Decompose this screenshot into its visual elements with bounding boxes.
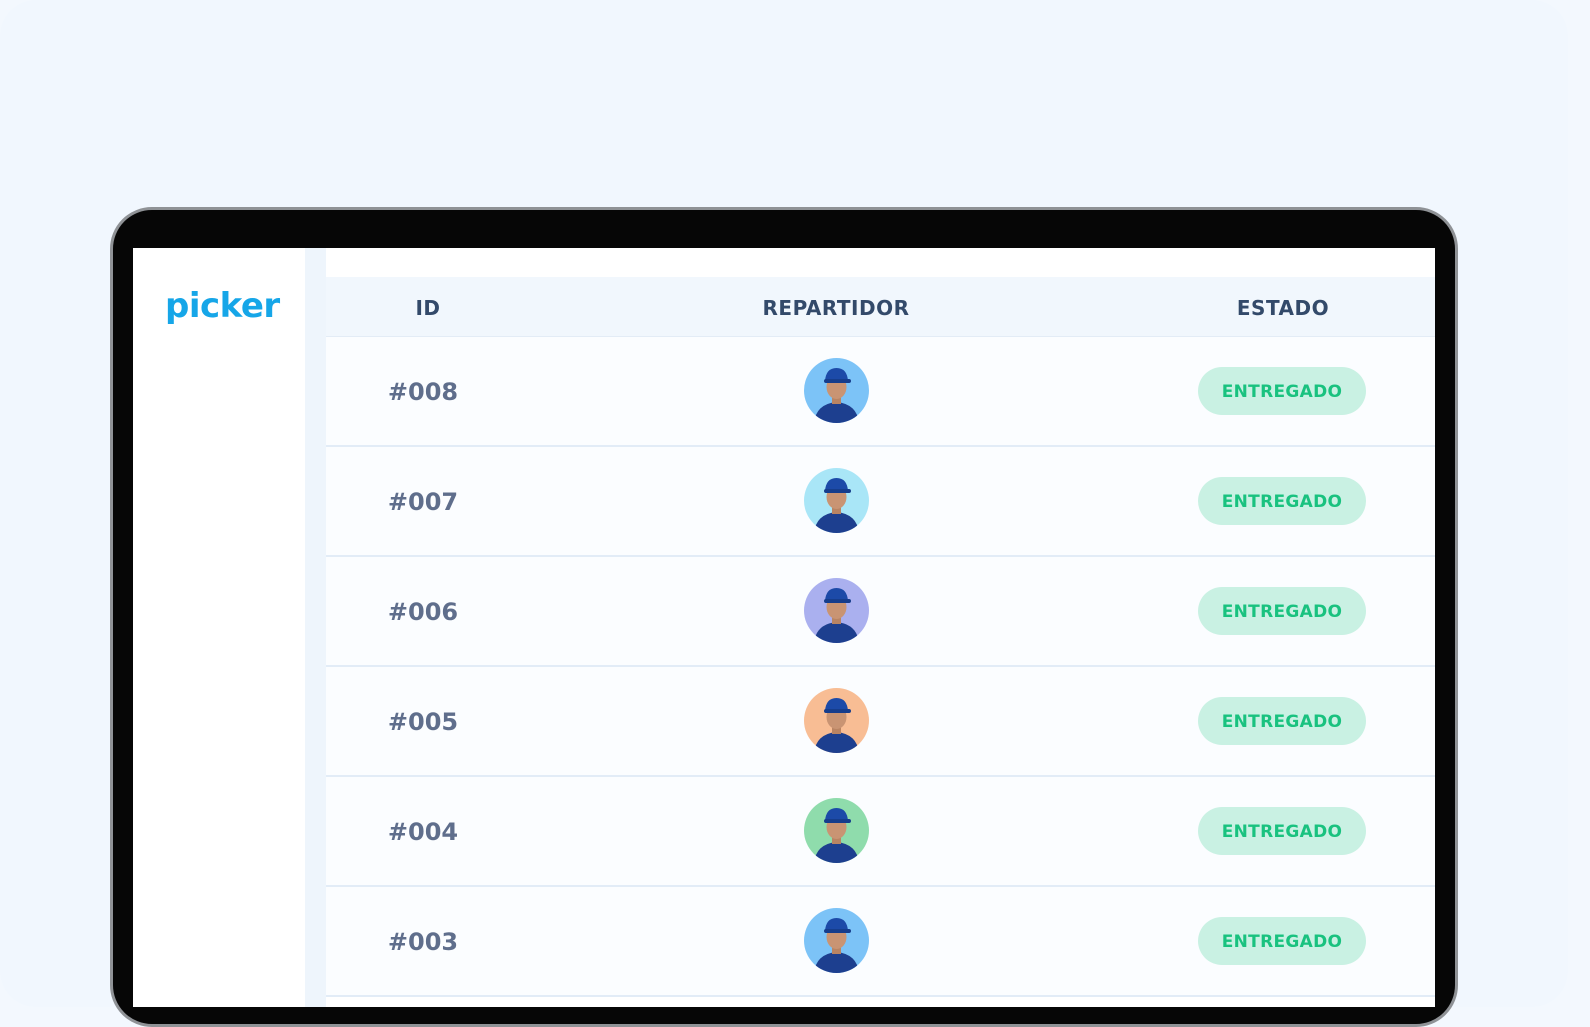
header-courier[interactable]: REPARTIDOR (763, 277, 910, 336)
order-id: #008 (387, 378, 459, 406)
status-badge: ENTREGADO (1198, 587, 1366, 635)
person-avatar-icon[interactable] (804, 688, 869, 753)
avatar-figure (804, 358, 869, 423)
avatar-figure (804, 908, 869, 973)
table-row[interactable]: #006 ENTREGADO (326, 557, 1435, 667)
sidebar-divider (305, 248, 326, 1007)
avatar-figure (804, 468, 869, 533)
status-badge: ENTREGADO (1198, 917, 1366, 965)
status-badge: ENTREGADO (1198, 477, 1366, 525)
table-body: #008 ENTREGADO #007 ENTREGADO #006 ENTREGADO #… (326, 337, 1435, 997)
order-id: #007 (387, 488, 459, 516)
sidebar: picker (133, 248, 305, 1007)
header-id[interactable]: ID (415, 277, 440, 336)
order-id: #006 (387, 598, 459, 626)
status-badge: ENTREGADO (1198, 807, 1366, 855)
table-row[interactable]: #003 ENTREGADO (326, 887, 1435, 997)
app-logo[interactable]: picker (165, 286, 280, 326)
orders-table: ID REPARTIDOR ESTADO #008 ENTREGADO #007 EN… (326, 248, 1435, 1007)
table-row[interactable]: #004 ENTREGADO (326, 777, 1435, 887)
person-avatar-icon[interactable] (804, 798, 869, 863)
avatar-figure (804, 688, 869, 753)
table-row[interactable]: #007 ENTREGADO (326, 447, 1435, 557)
app-screen: picker ID REPARTIDOR ESTADO #008 ENTREGAD… (133, 248, 1435, 1007)
order-id: #004 (387, 818, 459, 846)
person-avatar-icon[interactable] (804, 468, 869, 533)
avatar-figure (804, 798, 869, 863)
status-badge: ENTREGADO (1198, 697, 1366, 745)
order-id: #003 (387, 928, 459, 956)
person-avatar-icon[interactable] (804, 908, 869, 973)
table-row[interactable]: #008 ENTREGADO (326, 337, 1435, 447)
header-status[interactable]: ESTADO (1237, 277, 1329, 336)
table-row[interactable]: #005 ENTREGADO (326, 667, 1435, 777)
avatar-figure (804, 578, 869, 643)
order-id: #005 (387, 708, 459, 736)
person-avatar-icon[interactable] (804, 358, 869, 423)
status-badge: ENTREGADO (1198, 367, 1366, 415)
table-header: ID REPARTIDOR ESTADO (326, 277, 1435, 337)
person-avatar-icon[interactable] (804, 578, 869, 643)
